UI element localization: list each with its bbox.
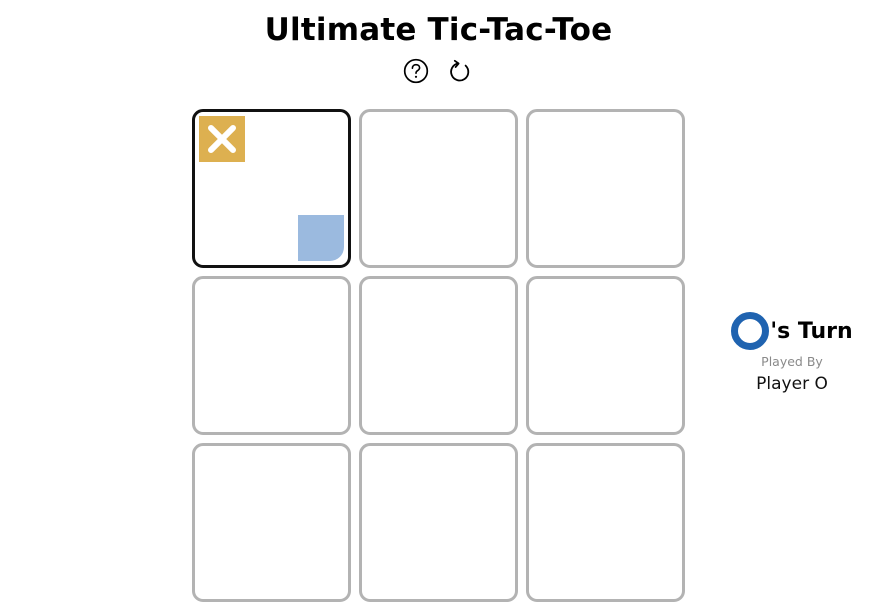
restart-icon [450, 59, 470, 82]
played-by-label: Played By [761, 354, 823, 369]
o-symbol-icon [731, 312, 770, 350]
restart-button[interactable] [447, 58, 473, 84]
sub-board-4[interactable] [192, 276, 351, 435]
x-mark [199, 116, 245, 162]
game-controls [403, 58, 473, 84]
x-icon [208, 125, 236, 153]
sub-board-9[interactable] [526, 443, 685, 602]
sub-board-7[interactable] [192, 443, 351, 602]
turn-line: 's Turn [722, 312, 862, 350]
sub-board-6[interactable] [526, 276, 685, 435]
player-name: Player O [756, 374, 828, 394]
hover-cell-preview[interactable] [298, 215, 344, 261]
sub-board-2[interactable] [359, 109, 518, 268]
help-button[interactable] [403, 58, 429, 84]
game-board [192, 109, 686, 603]
turn-text: 's Turn [770, 318, 853, 344]
sub-board-3[interactable] [526, 109, 685, 268]
game-page: Ultimate Tic-Tac-Toe 's Turn Played By P… [0, 0, 877, 616]
sub-board-1[interactable] [192, 109, 351, 268]
sub-board-5[interactable] [359, 276, 518, 435]
sub-board-8[interactable] [359, 443, 518, 602]
page-title: Ultimate Tic-Tac-Toe [264, 12, 613, 48]
turn-indicator: 's Turn Played By Player O [722, 312, 862, 394]
question-circle-icon [403, 58, 429, 84]
